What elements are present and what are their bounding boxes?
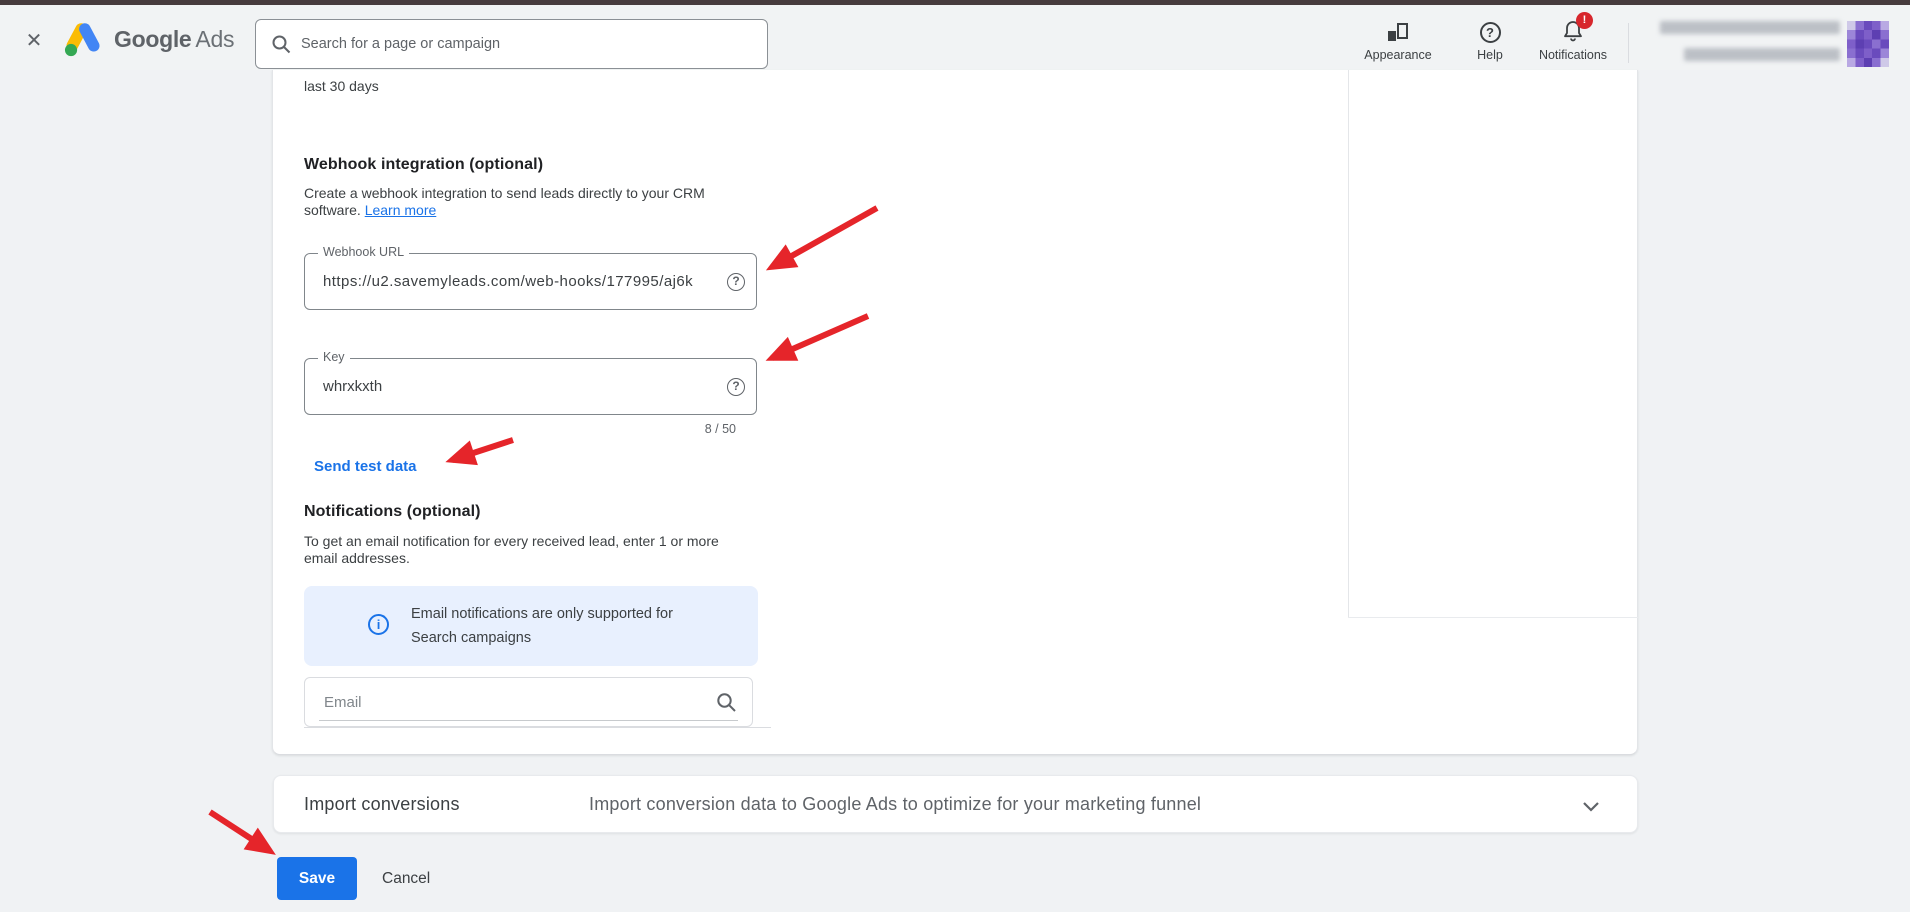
email-input[interactable]	[324, 678, 704, 726]
notifications-section-title: Notifications (optional)	[304, 503, 481, 521]
webhook-key-input[interactable]	[323, 359, 723, 414]
help-label: Help	[1444, 48, 1536, 62]
appearance-icon	[1388, 23, 1408, 41]
search-icon	[271, 34, 291, 54]
brand-wordmark: GoogleAds	[114, 26, 234, 53]
account-name-redacted	[1660, 21, 1840, 34]
account-id-redacted	[1684, 48, 1840, 61]
panel-divider	[1348, 70, 1349, 617]
save-button[interactable]: Save	[277, 857, 357, 900]
notification-badge: !	[1576, 12, 1593, 29]
appearance-button[interactable]: Appearance	[1352, 19, 1444, 62]
chevron-down-icon[interactable]	[1579, 794, 1603, 818]
red-arrow	[210, 812, 270, 851]
webhook-url-input[interactable]	[323, 254, 735, 309]
email-section-divider	[304, 727, 771, 728]
notifications-label: Notifications	[1527, 48, 1619, 62]
notifications-section-description: To get an email notification for every r…	[304, 533, 740, 567]
info-icon: i	[368, 614, 389, 635]
search-input[interactable]	[301, 36, 741, 52]
help-button[interactable]: ? Help	[1444, 19, 1536, 62]
help-circle-icon[interactable]: ?	[727, 378, 745, 396]
email-field[interactable]	[304, 677, 753, 727]
google-ads-page: ✕ GoogleAds Appearance ?	[0, 0, 1910, 912]
notifications-button[interactable]: ! Notifications	[1527, 19, 1619, 62]
learn-more-link[interactable]: Learn more	[365, 202, 437, 218]
email-underline	[319, 720, 738, 721]
help-circle-icon[interactable]: ?	[727, 273, 745, 291]
webhook-section-description: Create a webhook integration to send lea…	[304, 185, 734, 219]
key-char-counter: 8 / 50	[304, 422, 757, 436]
lead-form-panel: last 30 days Webhook integration (option…	[272, 70, 1638, 755]
webhook-section-title: Webhook integration (optional)	[304, 156, 543, 174]
import-conversions-title: Import conversions	[304, 794, 460, 815]
import-conversions-description: Import conversion data to Google Ads to …	[589, 794, 1201, 815]
avatar[interactable]	[1847, 21, 1889, 67]
email-search-icon[interactable]	[716, 692, 737, 713]
import-conversions-row[interactable]: Import conversions Import conversion dat…	[273, 775, 1638, 833]
send-test-data-button[interactable]: Send test data	[314, 458, 417, 475]
appearance-label: Appearance	[1352, 48, 1444, 62]
google-ads-logo: GoogleAds	[62, 19, 234, 59]
help-icon: ?	[1480, 22, 1501, 43]
info-banner-text: Email notifications are only supported f…	[411, 602, 716, 650]
app-header: ✕ GoogleAds Appearance ?	[0, 5, 1910, 70]
google-ads-logo-mark	[62, 19, 104, 59]
close-icon[interactable]: ✕	[22, 29, 46, 53]
global-search	[255, 19, 768, 69]
cancel-button[interactable]: Cancel	[372, 857, 440, 900]
scrolled-text-fragment: last 30 days	[304, 78, 379, 94]
header-divider	[1628, 23, 1629, 63]
webhook-key-field[interactable]: Key ?	[304, 358, 757, 415]
panel-divider-bottom	[1348, 617, 1638, 618]
webhook-url-field[interactable]: Webhook URL ?	[304, 253, 757, 310]
info-banner: i Email notifications are only supported…	[304, 586, 758, 666]
